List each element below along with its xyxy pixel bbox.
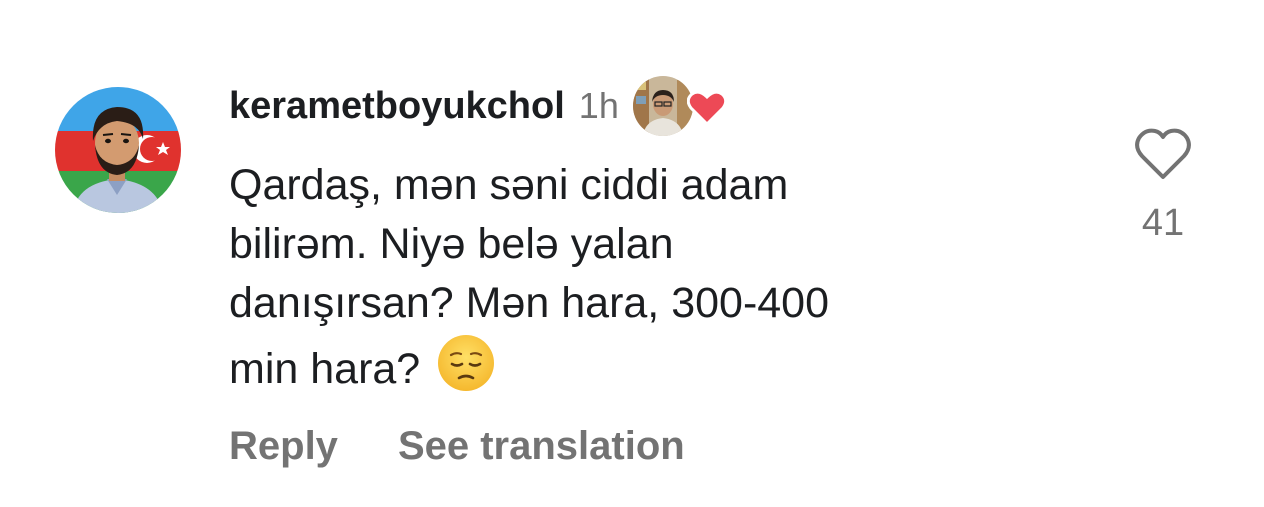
- comment-item: kerametboyukchol 1h Qardaş, mən səni cid…: [0, 0, 1264, 507]
- reply-button[interactable]: Reply: [229, 424, 338, 469]
- comment-text: Qardaş, mən səni ciddi adam bilirəm. Niy…: [229, 156, 1089, 399]
- comment-line-3: danışırsan? Mən hara, 300-400: [229, 279, 830, 327]
- comment-line-2: bilirəm. Niyə belə yalan: [229, 220, 674, 268]
- like-column: 41: [1130, 126, 1196, 245]
- avatar-image: [55, 87, 181, 213]
- comment-line-4: min hara?: [229, 345, 421, 393]
- see-translation-button[interactable]: See translation: [398, 424, 685, 469]
- heart-filled-icon: [686, 90, 727, 126]
- author-avatar: [632, 76, 693, 136]
- liked-by-author: [632, 76, 729, 136]
- comment-actions: Reply See translation: [229, 424, 685, 469]
- like-count: 41: [1141, 202, 1185, 244]
- avatar[interactable]: [55, 87, 181, 213]
- timestamp: 1h: [578, 85, 619, 126]
- username[interactable]: kerametboyukchol: [229, 85, 565, 128]
- pensive-face-emoji-icon: [438, 335, 495, 391]
- comment-header: kerametboyukchol 1h: [229, 76, 729, 136]
- author-avatar-image: [632, 76, 693, 136]
- heart-outline-icon[interactable]: [1133, 126, 1193, 182]
- comment-line-1: Qardaş, mən səni ciddi adam: [229, 161, 789, 209]
